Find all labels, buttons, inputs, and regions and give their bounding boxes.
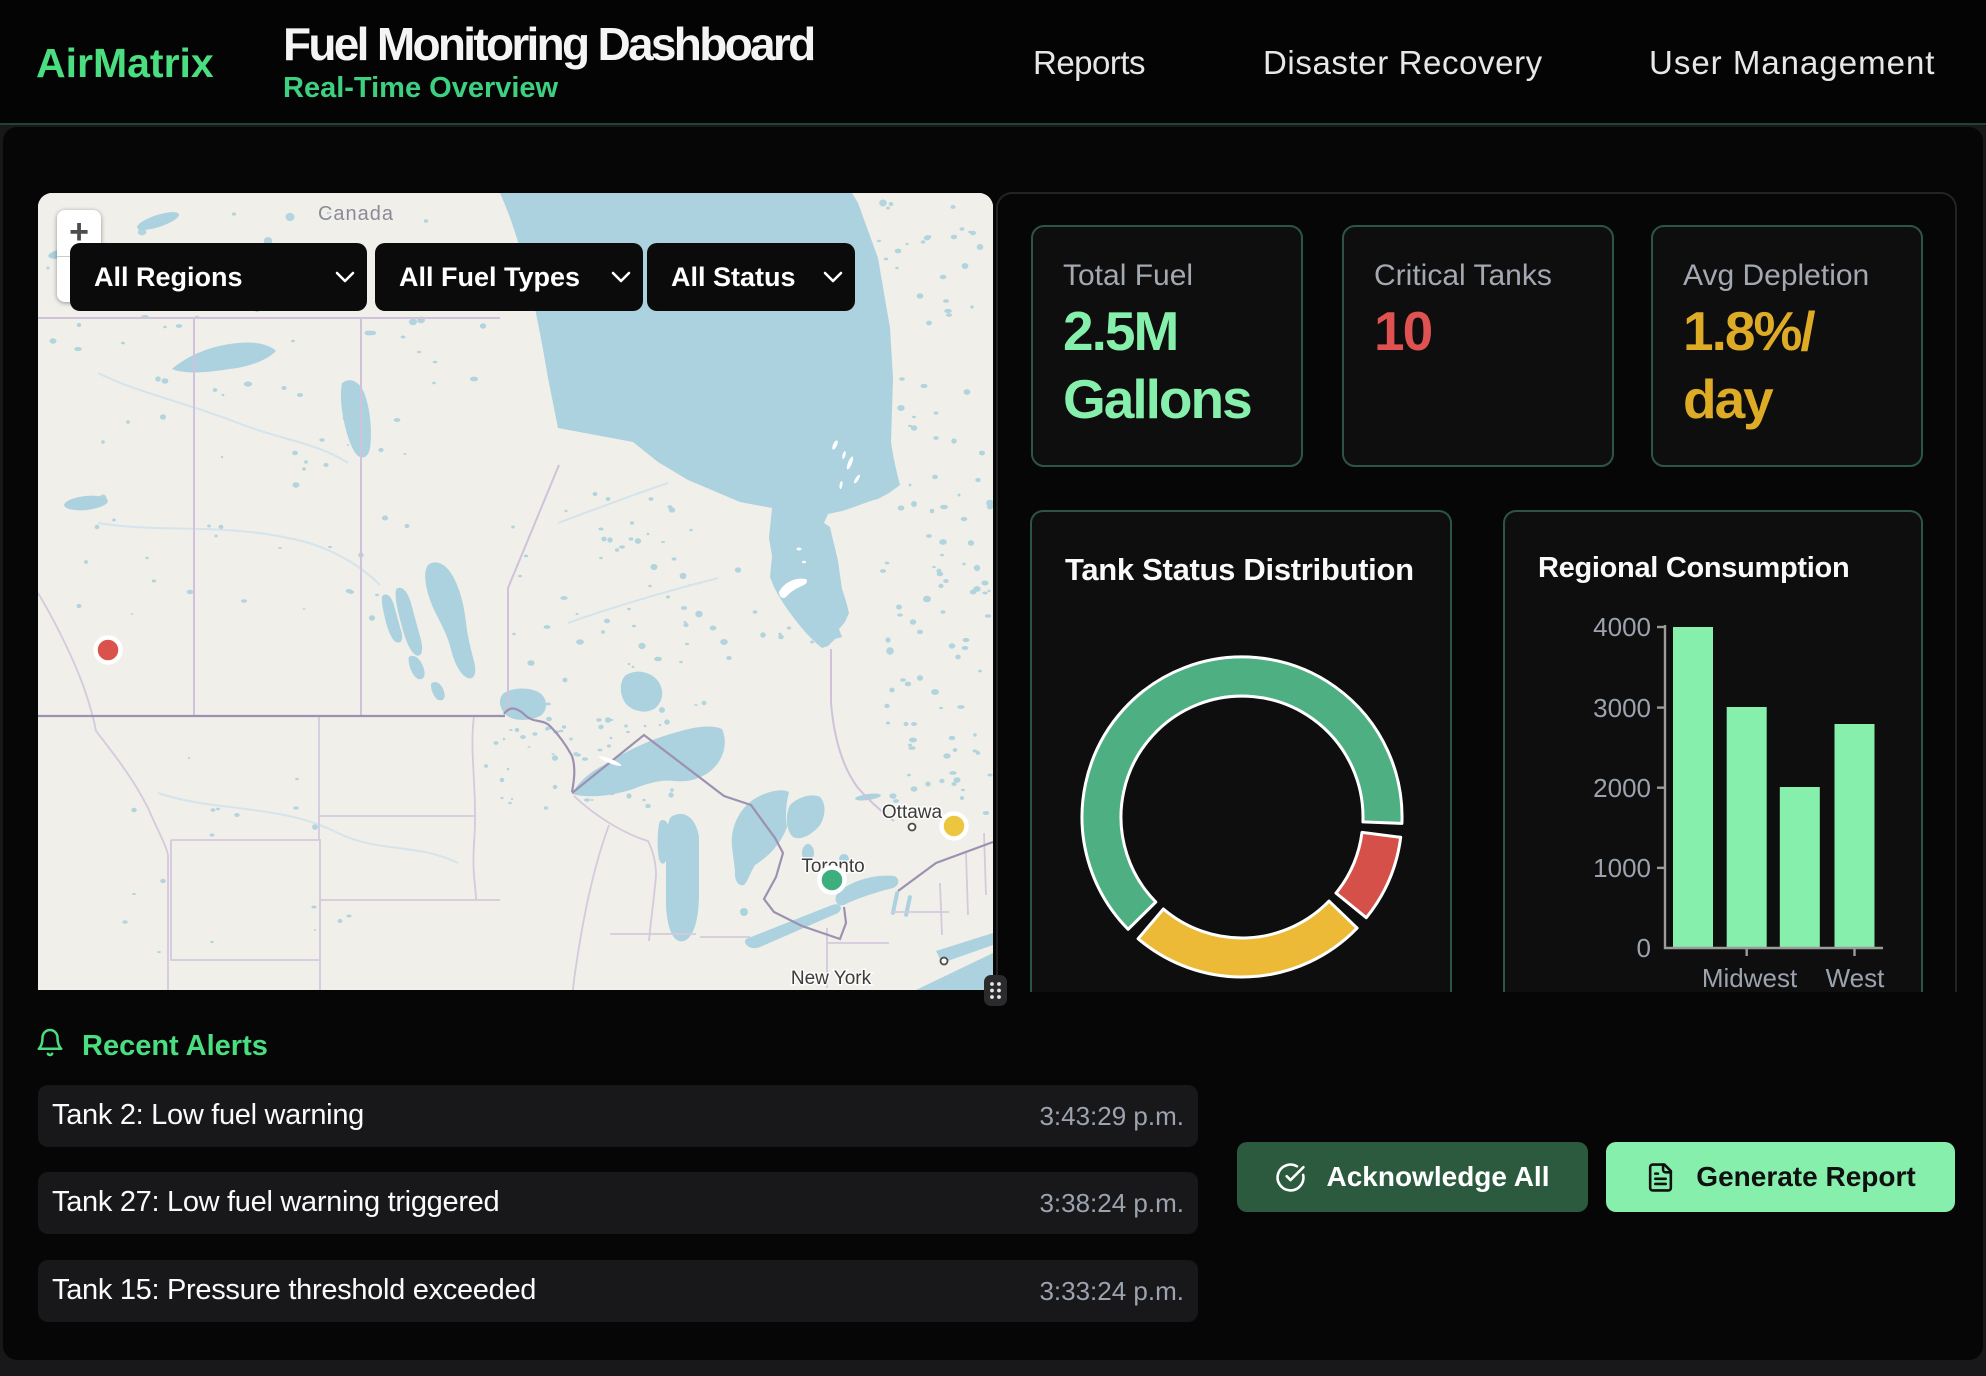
svg-text:Ottawa: Ottawa: [882, 802, 943, 823]
svg-text:0: 0: [1637, 933, 1651, 963]
svg-text:New York: New York: [791, 968, 872, 989]
svg-text:2000: 2000: [1593, 773, 1651, 803]
svg-text:1000: 1000: [1593, 853, 1651, 883]
svg-text:West: West: [1826, 963, 1886, 993]
svg-text:Midwest: Midwest: [1702, 963, 1798, 993]
svg-text:4000: 4000: [1593, 612, 1651, 642]
svg-text:3000: 3000: [1593, 693, 1651, 723]
svg-text:Canada: Canada: [318, 203, 394, 225]
